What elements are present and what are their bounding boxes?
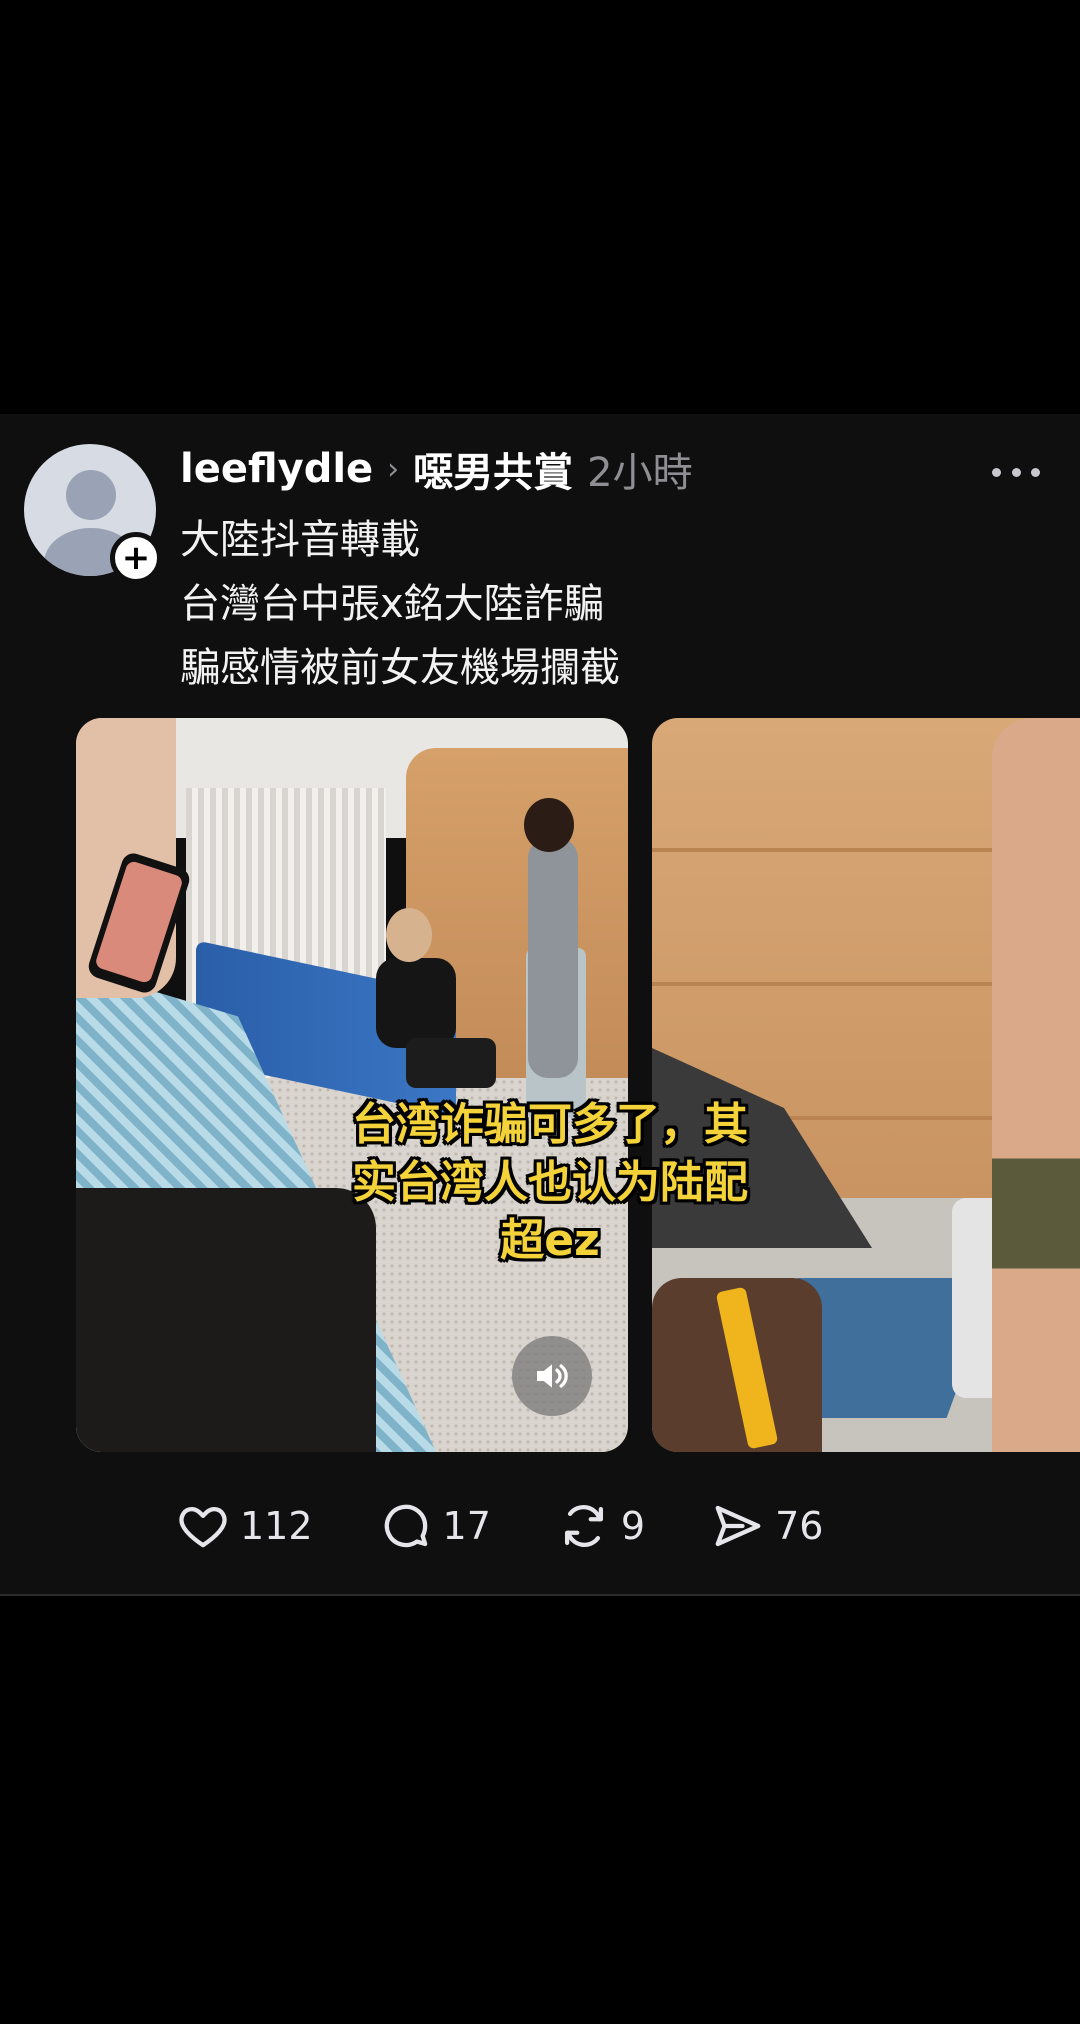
follow-button[interactable]: + <box>110 532 162 584</box>
scene-person-head <box>386 908 432 962</box>
post-header: leeflydle › 噁男共賞 2小時 <box>180 446 693 496</box>
heart-icon <box>179 1506 227 1548</box>
scene-person-shorts <box>406 1038 496 1088</box>
avatar-head <box>66 470 116 520</box>
caption-line: 超ez <box>500 1215 600 1266</box>
topic-tag[interactable]: 噁男共賞 <box>413 440 573 498</box>
like-count: 112 <box>240 1504 313 1548</box>
share-button[interactable]: 76 <box>711 1499 823 1553</box>
repost-button[interactable]: 9 <box>557 1499 645 1553</box>
username[interactable]: leeflydle <box>180 446 373 492</box>
repost-count: 9 <box>620 1504 646 1548</box>
scene-person-head <box>524 798 574 852</box>
image-media[interactable] <box>652 718 1080 1452</box>
plus-icon: + <box>121 538 151 578</box>
caption-line: 实台湾人也认为陆配 <box>352 1157 748 1208</box>
like-button[interactable]: 112 <box>176 1499 313 1553</box>
share-count: 76 <box>775 1504 824 1548</box>
post-divider <box>0 1594 1080 1596</box>
scene-person <box>528 838 578 1078</box>
action-bar: 112 17 9 76 <box>176 1498 889 1554</box>
comment-button[interactable]: 17 <box>379 1499 491 1553</box>
speaker-icon <box>537 1364 568 1388</box>
post-time: 2小時 <box>587 450 693 496</box>
scene-person <box>376 958 456 1048</box>
repost-icon <box>564 1505 603 1547</box>
post-text-line: 大陸抖音轉載 <box>180 517 420 563</box>
caption-line: 台湾诈骗可多了，其 <box>352 1099 748 1150</box>
send-icon <box>715 1505 761 1547</box>
chevron-right-icon: › <box>387 451 400 487</box>
video-caption: 台湾诈骗可多了，其 实台湾人也认为陆配 超ez <box>310 1096 790 1270</box>
more-icon[interactable] <box>992 452 1040 492</box>
post-text-line: 台灣台中張x銘大陸詐騙 <box>180 581 604 627</box>
scene-person-legs <box>992 718 1080 1452</box>
post-text: 大陸抖音轉載 台灣台中張x銘大陸詐騙 騙感情被前女友機場攔截 <box>180 508 1040 700</box>
top-letterbox <box>0 0 1080 414</box>
post-text-line: 騙感情被前女友機場攔截 <box>180 645 620 691</box>
comment-icon <box>384 1504 427 1548</box>
sound-toggle-button[interactable] <box>512 1336 592 1416</box>
comment-count: 17 <box>442 1504 491 1548</box>
bottom-letterbox <box>0 1610 1080 2024</box>
